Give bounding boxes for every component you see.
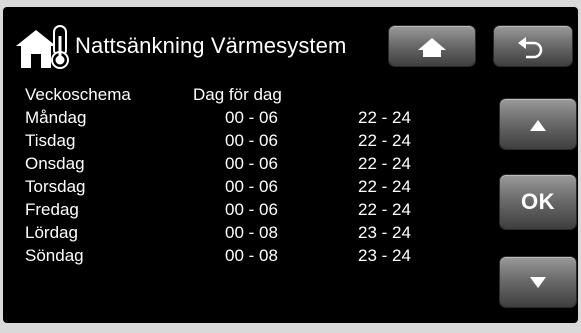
period-1: 00 - 08 [225, 223, 278, 242]
schedule-row-saturday[interactable]: Lördag 00 - 08 23 - 24 [25, 221, 485, 244]
period-1: 00 - 06 [225, 177, 278, 196]
period-2: 22 - 24 [358, 177, 411, 196]
schedule-mode[interactable]: Dag för dag [193, 83, 282, 106]
period-2: 22 - 24 [358, 154, 411, 173]
day-name: Tisdag [25, 131, 76, 150]
home-button[interactable] [389, 26, 475, 66]
period-1: 00 - 08 [225, 246, 278, 265]
day-name: Lördag [25, 223, 78, 242]
day-name: Torsdag [25, 177, 86, 196]
page-title: Nattsänkning Värmesystem [75, 33, 347, 58]
schedule-row-monday[interactable]: Måndag 00 - 06 22 - 24 [25, 106, 485, 129]
schedule-row-thursday[interactable]: Torsdag 00 - 06 22 - 24 [25, 175, 485, 198]
back-button[interactable] [494, 26, 572, 66]
period-2: 23 - 24 [358, 246, 411, 265]
period-2: 23 - 24 [358, 223, 411, 242]
ok-label: OK [521, 189, 555, 214]
ok-button[interactable]: OK [500, 175, 576, 229]
schedule-row-sunday[interactable]: Söndag 00 - 08 23 - 24 [25, 244, 485, 267]
period-1: 00 - 06 [225, 131, 278, 150]
period-1: 00 - 06 [225, 108, 278, 127]
display-screen: Nattsänkning Värmesystem OK Veckoschema … [3, 7, 578, 323]
period-2: 22 - 24 [358, 200, 411, 219]
period-2: 22 - 24 [358, 131, 411, 150]
up-button[interactable] [500, 99, 576, 149]
schedule-header-row: Veckoschema Dag för dag [25, 83, 485, 106]
day-name: Söndag [25, 246, 84, 265]
header-bar: Nattsänkning Värmesystem [3, 7, 578, 83]
period-1: 00 - 06 [225, 154, 278, 173]
home-thermometer-icon [14, 22, 76, 70]
schedule-label: Veckoschema [25, 85, 131, 104]
down-button[interactable] [500, 257, 576, 307]
period-1: 00 - 06 [225, 200, 278, 219]
weekly-schedule: Veckoschema Dag för dag Måndag 00 - 06 2… [25, 83, 485, 267]
period-2: 22 - 24 [358, 108, 411, 127]
schedule-row-wednesday[interactable]: Onsdag 00 - 06 22 - 24 [25, 152, 485, 175]
day-name: Måndag [25, 108, 87, 127]
schedule-row-friday[interactable]: Fredag 00 - 06 22 - 24 [25, 198, 485, 221]
day-name: Onsdag [25, 154, 85, 173]
schedule-row-tuesday[interactable]: Tisdag 00 - 06 22 - 24 [25, 129, 485, 152]
day-name: Fredag [25, 200, 79, 219]
